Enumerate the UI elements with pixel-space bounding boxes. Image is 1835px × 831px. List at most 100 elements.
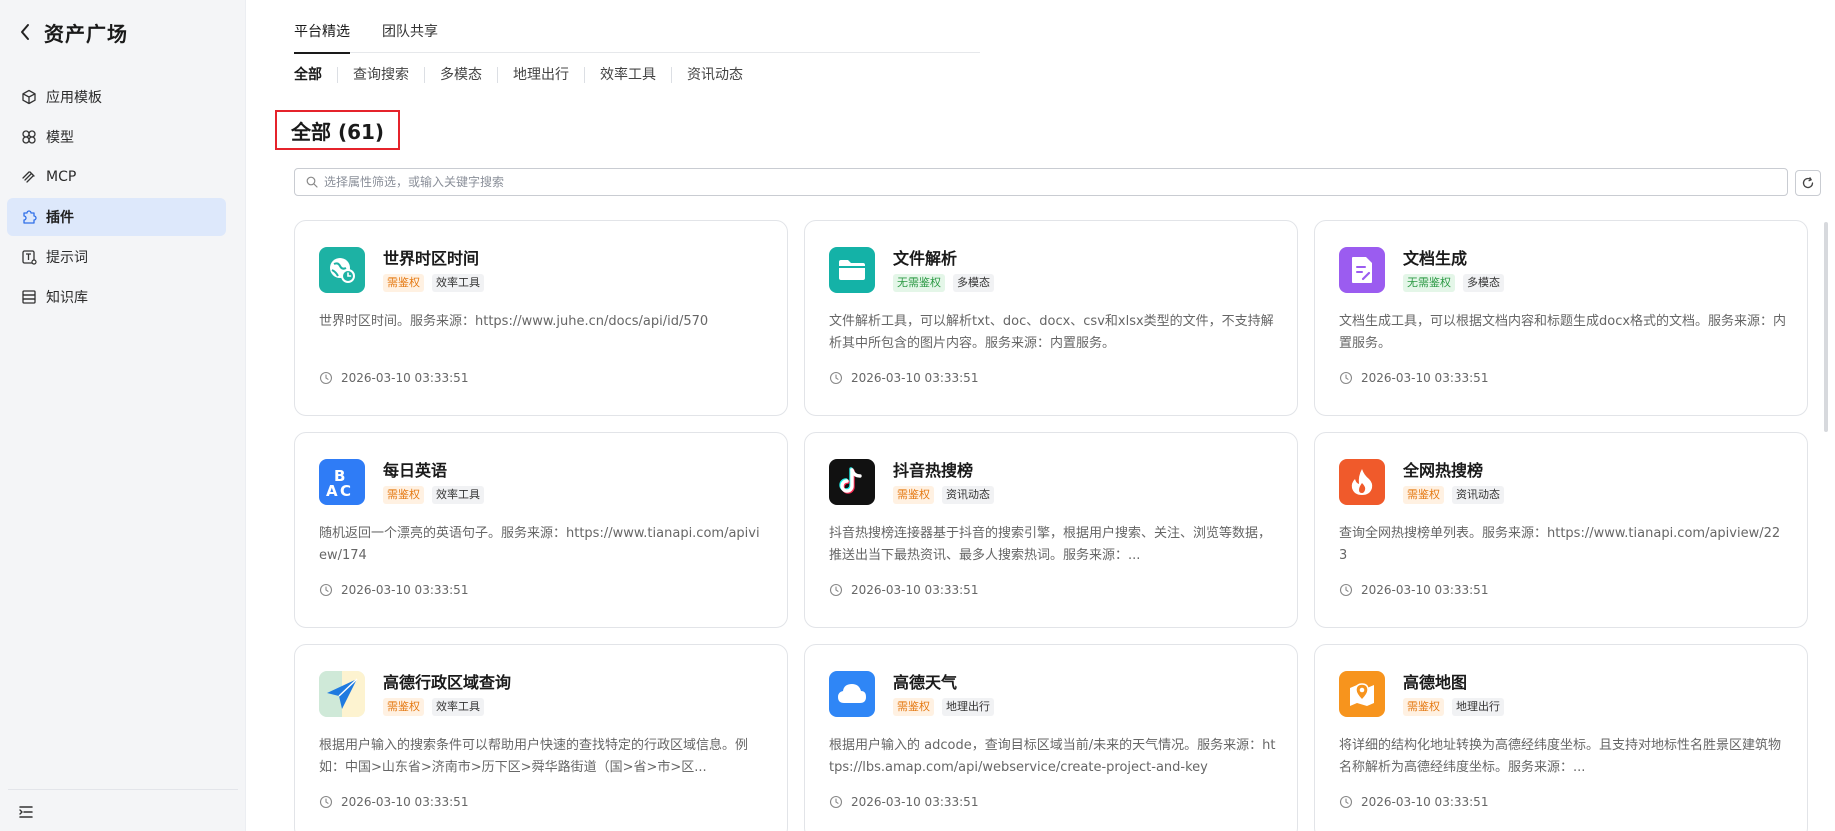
auth-badge: 需鉴权: [383, 486, 424, 504]
back-arrow-icon[interactable]: [14, 18, 36, 46]
filter-productivity[interactable]: 效率工具: [584, 67, 671, 83]
plugin-card[interactable]: 文件解析 无需鉴权 多模态 文件解析工具，可以解析txt、doc、docx、cs…: [804, 220, 1298, 416]
timestamp-text: 2026-03-10 03:33:51: [851, 371, 979, 385]
plugin-description: 根据用户输入的搜索条件可以帮助用户快速的查找特定的行政区域信息。例如：中国>山东…: [319, 738, 749, 775]
plugin-timestamp: 2026-03-10 03:33:51: [829, 371, 978, 385]
category-badge: 地理出行: [942, 698, 994, 716]
plugin-name: 抖音热搜榜: [893, 461, 974, 480]
fire-icon: [1339, 459, 1385, 505]
filter-query-search[interactable]: 查询搜索: [337, 67, 424, 83]
plugin-card[interactable]: BAC 每日英语 需鉴权 效率工具 随机返回一个漂亮的英语句子。服务来源：htt…: [294, 432, 788, 628]
plugin-timestamp: 2026-03-10 03:33:51: [829, 583, 978, 597]
plugin-name: 文档生成: [1403, 249, 1468, 268]
tab-platform-featured[interactable]: 平台精选: [294, 18, 350, 54]
svg-text:A: A: [326, 482, 338, 500]
cube-icon: [20, 88, 38, 106]
collapse-menu-icon[interactable]: [17, 803, 37, 823]
clock-icon: [1339, 583, 1353, 597]
plugin-timestamp: 2026-03-10 03:33:51: [1339, 795, 1488, 809]
plugin-timestamp: 2026-03-10 03:33:51: [1339, 371, 1488, 385]
sidebar-item-mcp[interactable]: MCP: [7, 158, 226, 196]
mcp-icon: [20, 168, 38, 186]
plugin-description: 查询全网热搜榜单列表。服务来源：https://www.tianapi.com/…: [1339, 526, 1781, 563]
plugin-description: 随机返回一个漂亮的英语句子。服务来源：https://www.tianapi.c…: [319, 526, 760, 563]
filter-geo-travel[interactable]: 地理出行: [497, 67, 584, 83]
auth-badge: 无需鉴权: [1403, 274, 1455, 292]
plugin-card[interactable]: 文档生成 无需鉴权 多模态 文档生成工具，可以根据文档内容和标题生成docx格式…: [1314, 220, 1808, 416]
sidebar-item-app-templates[interactable]: 应用模板: [7, 78, 226, 116]
tab-team-shared[interactable]: 团队共享: [382, 18, 438, 53]
plugin-timestamp: 2026-03-10 03:33:51: [829, 795, 978, 809]
plugin-tags: 需鉴权 地理出行: [893, 698, 1002, 716]
plugin-tags: 无需鉴权 多模态: [893, 274, 1002, 292]
svg-text:C: C: [340, 482, 351, 500]
filter-all[interactable]: 全部: [294, 67, 337, 83]
category-badge: 地理出行: [1452, 698, 1504, 716]
plugin-card[interactable]: 高德行政区域查询 需鉴权 效率工具 根据用户输入的搜索条件可以帮助用户快速的查找…: [294, 644, 788, 831]
tiktok-icon: [829, 459, 875, 505]
category-filter-bar: 全部 查询搜索 多模态 地理出行 效率工具 资讯动态: [294, 64, 758, 86]
sidebar-item-label: 知识库: [46, 290, 88, 306]
clock-icon: [829, 583, 843, 597]
database-icon: [20, 288, 38, 306]
globe-clock-icon: [319, 247, 365, 293]
timestamp-text: 2026-03-10 03:33:51: [1361, 371, 1489, 385]
category-badge: 效率工具: [432, 698, 484, 716]
cloud-icon: [829, 671, 875, 717]
sidebar-item-prompts[interactable]: 提示词: [7, 238, 226, 276]
clock-icon: [319, 583, 333, 597]
sidebar-nav: 应用模板 模型 MCP 插件 提示词 知识库: [7, 78, 226, 318]
plugin-description: 世界时区时间。服务来源：https://www.juhe.cn/docs/api…: [319, 314, 709, 329]
plugin-timestamp: 2026-03-10 03:33:51: [319, 583, 468, 597]
scrollbar-thumb[interactable]: [1824, 222, 1828, 432]
plugin-card[interactable]: 世界时区时间 需鉴权 效率工具 世界时区时间。服务来源：https://www.…: [294, 220, 788, 416]
category-badge: 效率工具: [432, 274, 484, 292]
sidebar-divider: [8, 789, 238, 790]
plugin-name: 世界时区时间: [383, 249, 480, 268]
section-title: 全部 (61): [275, 110, 401, 150]
sidebar-item-label: 应用模板: [46, 90, 102, 106]
sidebar-header: 资产广场: [14, 16, 128, 48]
plugin-name: 高德地图: [1403, 673, 1468, 692]
plugin-tags: 需鉴权 地理出行: [1403, 698, 1512, 716]
clock-icon: [1339, 795, 1353, 809]
clock-icon: [319, 795, 333, 809]
abc-icon: BAC: [319, 459, 365, 505]
clock-icon: [829, 371, 843, 385]
auth-badge: 需鉴权: [893, 486, 934, 504]
plugin-description: 文档生成工具，可以根据文档内容和标题生成docx格式的文档。服务来源：内置服务。: [1339, 314, 1787, 351]
plugin-timestamp: 2026-03-10 03:33:51: [1339, 583, 1488, 597]
plugin-description: 将详细的结构化地址转换为高德经纬度坐标。且支持对地标性名胜景区建筑物名称解析为高…: [1339, 738, 1782, 775]
plugin-name: 文件解析: [893, 249, 958, 268]
clock-icon: [829, 795, 843, 809]
sidebar-item-label: 提示词: [46, 250, 88, 266]
plugin-card[interactable]: 全网热搜榜 需鉴权 资讯动态 查询全网热搜榜单列表。服务来源：https://w…: [1314, 432, 1808, 628]
sidebar-item-models[interactable]: 模型: [7, 118, 226, 156]
plugin-tags: 需鉴权 效率工具: [383, 274, 492, 292]
prompt-icon: [20, 248, 38, 266]
category-badge: 多模态: [1463, 274, 1504, 292]
timestamp-text: 2026-03-10 03:33:51: [851, 583, 979, 597]
clock-icon: [1339, 371, 1353, 385]
plugin-card[interactable]: 抖音热搜榜 需鉴权 资讯动态 抖音热搜榜连接器基于抖音的搜索引擎，根据用户搜索、…: [804, 432, 1298, 628]
plugin-timestamp: 2026-03-10 03:33:51: [319, 371, 468, 385]
sidebar-item-knowledge-base[interactable]: 知识库: [7, 278, 226, 316]
filter-news[interactable]: 资讯动态: [671, 67, 758, 83]
auth-badge: 需鉴权: [1403, 698, 1444, 716]
plugin-card[interactable]: 高德地图 需鉴权 地理出行 将详细的结构化地址转换为高德经纬度坐标。且支持对地标…: [1314, 644, 1808, 831]
plugin-card[interactable]: 高德天气 需鉴权 地理出行 根据用户输入的 adcode，查询目标区域当前/未来…: [804, 644, 1298, 831]
timestamp-text: 2026-03-10 03:33:51: [341, 371, 469, 385]
search-input[interactable]: [324, 175, 1787, 189]
paper-plane-icon: [319, 671, 365, 717]
sidebar-item-plugins[interactable]: 插件: [7, 198, 226, 236]
timestamp-text: 2026-03-10 03:33:51: [341, 795, 469, 809]
filter-multimodal[interactable]: 多模态: [424, 67, 497, 83]
app-window: 资产广场 应用模板 模型 MCP 插件 提示词 知识库 平台精选 团队共享 全部…: [0, 0, 1835, 831]
plugin-name: 每日英语: [383, 461, 448, 480]
timestamp-text: 2026-03-10 03:33:51: [1361, 795, 1489, 809]
search-box[interactable]: [294, 168, 1788, 196]
plugin-tags: 需鉴权 效率工具: [383, 486, 492, 504]
refresh-button[interactable]: [1795, 170, 1821, 196]
document-icon: [1339, 247, 1385, 293]
category-badge: 多模态: [953, 274, 994, 292]
